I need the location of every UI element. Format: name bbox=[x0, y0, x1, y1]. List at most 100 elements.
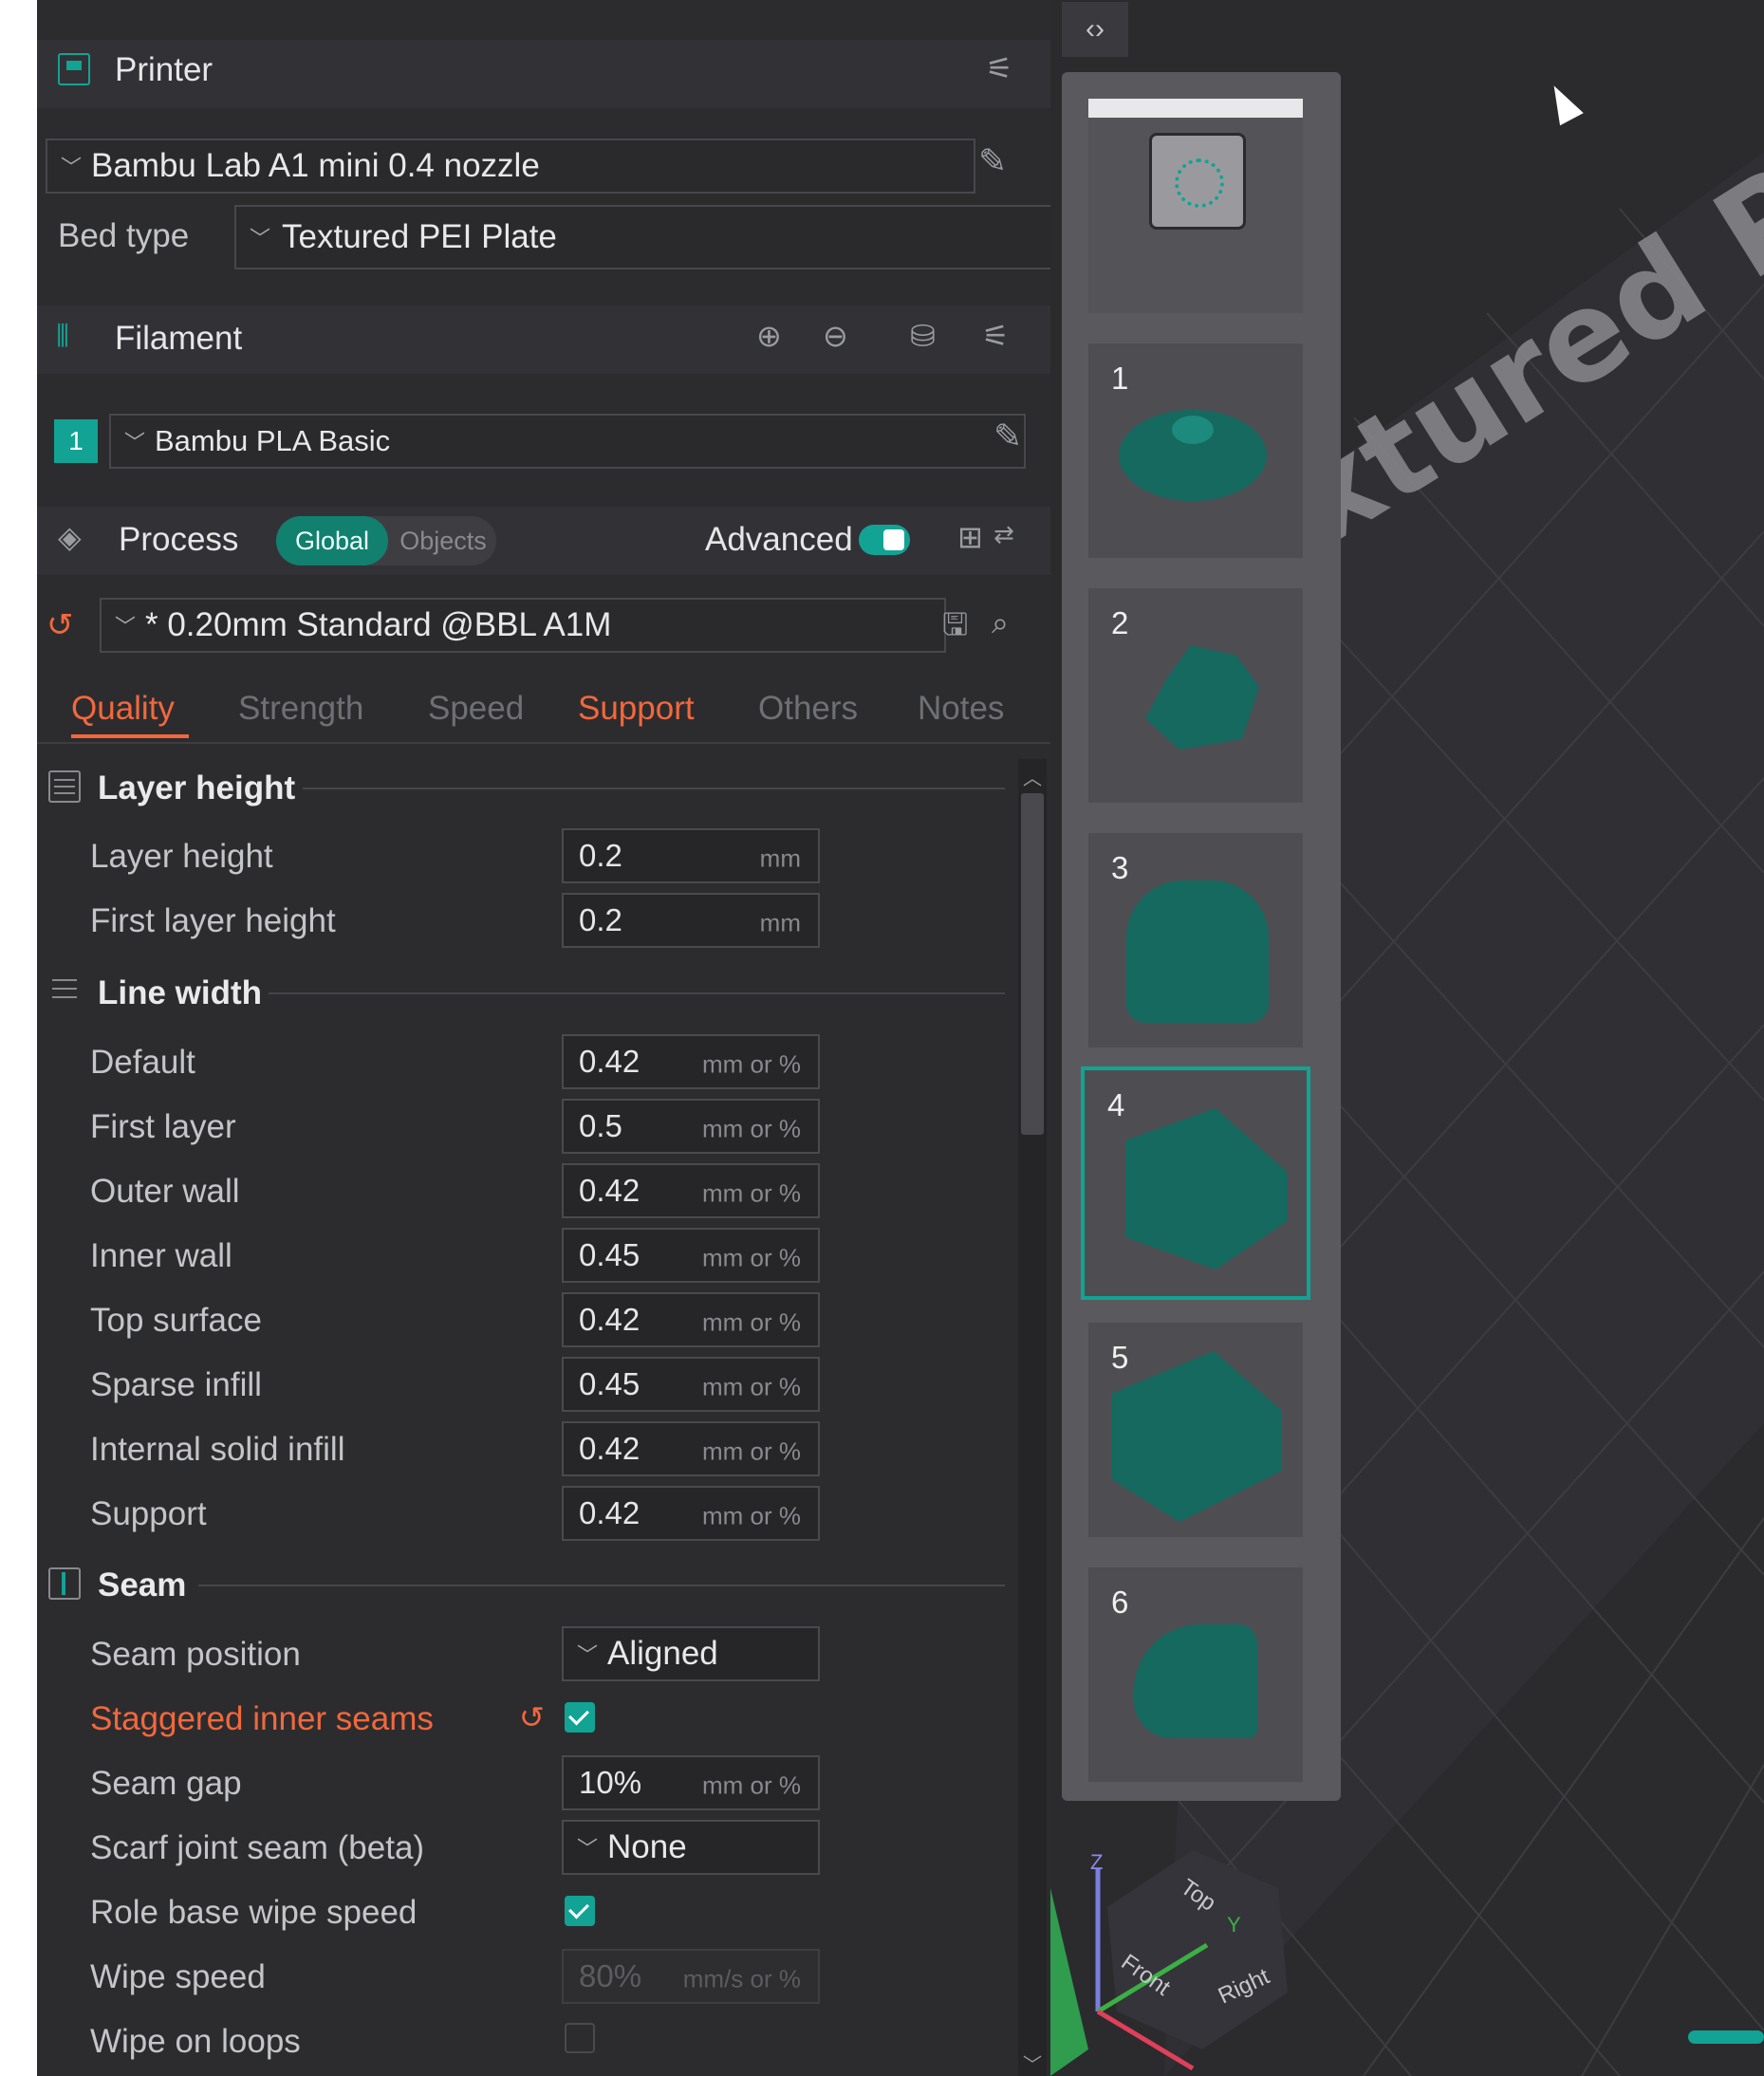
seam-gap-label: Seam gap bbox=[90, 1765, 242, 1802]
plate-object-preview bbox=[1126, 880, 1269, 1023]
process-preset-select[interactable]: ﹀ * 0.20mm Standard @BBL A1M bbox=[100, 598, 946, 653]
setting-label: First layer height bbox=[90, 902, 336, 939]
first-layer-line-width-input[interactable]: 0.5 mm or % bbox=[562, 1099, 820, 1154]
group-divider bbox=[303, 788, 1005, 789]
filament-slot-badge[interactable]: 1 bbox=[54, 419, 98, 463]
tab-strength[interactable]: Strength bbox=[238, 690, 363, 728]
progress-indicator bbox=[1688, 2030, 1764, 2044]
support-line-width-input[interactable]: 0.42 mm or % bbox=[562, 1486, 820, 1541]
staggered-inner-seams-checkbox[interactable] bbox=[565, 1702, 595, 1733]
all-plates-thumbnail[interactable] bbox=[1088, 99, 1303, 313]
scroll-up-icon[interactable]: ︿ bbox=[1018, 763, 1047, 790]
top-surface-line-width-input[interactable]: 0.42 mm or % bbox=[562, 1292, 820, 1347]
scroll-down-icon[interactable]: ﹀ bbox=[1018, 2049, 1047, 2076]
sync-filament-icon[interactable]: ⛁ bbox=[910, 321, 936, 351]
plate-thumbnail-selected[interactable]: 4 bbox=[1081, 1066, 1310, 1300]
role-base-wipe-speed-label: Role base wipe speed bbox=[90, 1894, 418, 1931]
seam-position-select[interactable]: ﹀ Aligned bbox=[562, 1626, 820, 1681]
setting-label: Internal solid infill bbox=[90, 1431, 345, 1468]
line-width-group-title: Line width bbox=[98, 974, 263, 1011]
inner-wall-line-width-input[interactable]: 0.45 mm or % bbox=[562, 1228, 820, 1283]
3d-viewport[interactable]: Textured PEI Plate ‹› 1 2 3 4 5 6 bbox=[1050, 0, 1764, 2076]
settings-sidebar: Printer ⚟ ﹀ Bambu Lab A1 mini 0.4 nozzle… bbox=[37, 0, 1050, 2076]
setting-label: Support bbox=[90, 1495, 207, 1532]
group-divider bbox=[198, 1585, 1005, 1586]
sparse-infill-line-width-input[interactable]: 0.45 mm or % bbox=[562, 1357, 820, 1412]
tab-notes[interactable]: Notes bbox=[918, 690, 1004, 728]
save-preset-icon[interactable]: 🖫 bbox=[942, 609, 968, 639]
compare-presets-icon[interactable]: ⊞ bbox=[957, 522, 983, 552]
reset-value-icon[interactable]: ↺ bbox=[519, 1702, 545, 1733]
setting-label: Outer wall bbox=[90, 1173, 240, 1210]
printer-preset-select[interactable]: ﹀ Bambu Lab A1 mini 0.4 nozzle bbox=[46, 139, 975, 194]
bed-type-label: Bed type bbox=[58, 217, 190, 254]
wipe-on-loops-label: Wipe on loops bbox=[90, 2023, 301, 2060]
search-icon[interactable]: ⌕ bbox=[992, 607, 1009, 638]
seam-position-label: Seam position bbox=[90, 1636, 301, 1673]
setting-label: Layer height bbox=[90, 838, 273, 875]
default-line-width-input[interactable]: 0.42 mm or % bbox=[562, 1034, 820, 1089]
outer-wall-line-width-input[interactable]: 0.42 mm or % bbox=[562, 1163, 820, 1218]
settings-scrollbar[interactable]: ︿ ﹀ bbox=[1018, 759, 1047, 2076]
printer-settings-icon[interactable]: ⚟ bbox=[986, 53, 1013, 83]
printer-section-title: Printer bbox=[115, 51, 214, 88]
plate-object-preview bbox=[1125, 1108, 1288, 1270]
plate-object-preview bbox=[1134, 1624, 1257, 1738]
plate-thumbnail[interactable]: 1 bbox=[1088, 343, 1303, 558]
swap-ab-icon[interactable]: ⇄ bbox=[993, 522, 1014, 547]
chevron-down-icon: ﹀ bbox=[61, 156, 83, 179]
line-width-icon bbox=[48, 975, 81, 1008]
setting-label: Sparse infill bbox=[90, 1366, 262, 1403]
edit-filament-icon[interactable]: ✎ bbox=[993, 419, 1022, 454]
first-layer-height-input[interactable]: 0.2 mm bbox=[562, 893, 820, 948]
tab-quality[interactable]: Quality bbox=[71, 690, 175, 728]
collapse-sidebar-icon[interactable]: ‹› bbox=[1062, 2, 1128, 57]
role-base-wipe-speed-checkbox[interactable] bbox=[565, 1896, 595, 1926]
setting-label: Default bbox=[90, 1044, 195, 1081]
edit-printer-icon[interactable]: ✎ bbox=[978, 144, 1007, 178]
printer-icon bbox=[58, 53, 90, 85]
scarf-joint-seam-select[interactable]: ﹀ None bbox=[562, 1820, 820, 1875]
filament-settings-icon[interactable]: ⚟ bbox=[982, 321, 1010, 351]
plate-thumbnail[interactable]: 5 bbox=[1088, 1323, 1303, 1537]
reset-preset-icon[interactable]: ↺ bbox=[46, 609, 74, 641]
plate-thumbnail[interactable]: 3 bbox=[1088, 833, 1303, 1047]
chevron-down-icon: ﹀ bbox=[124, 431, 146, 454]
internal-solid-infill-line-width-input[interactable]: 0.42 mm or % bbox=[562, 1421, 820, 1476]
setting-label: Top surface bbox=[90, 1302, 262, 1339]
bed-type-select[interactable]: ﹀ Textured PEI Plate bbox=[234, 205, 1050, 269]
scarf-joint-seam-label: Scarf joint seam (beta) bbox=[90, 1829, 425, 1866]
seam-gap-input[interactable]: 10% mm or % bbox=[562, 1755, 820, 1810]
layer-height-group-title: Layer height bbox=[98, 769, 296, 806]
setting-label: Inner wall bbox=[90, 1237, 232, 1274]
remove-filament-icon[interactable]: ⊖ bbox=[823, 321, 848, 351]
wipe-speed-label: Wipe speed bbox=[90, 1958, 266, 1995]
seam-icon bbox=[48, 1567, 81, 1600]
add-filament-icon[interactable]: ⊕ bbox=[756, 321, 782, 351]
layer-height-input[interactable]: 0.2 mm bbox=[562, 828, 820, 883]
tabs-divider bbox=[37, 742, 1050, 744]
scrollbar-thumb[interactable] bbox=[1021, 793, 1044, 1135]
filament-preset-select[interactable]: ﹀ Bambu PLA Basic bbox=[109, 414, 1026, 469]
plate-thumbnail[interactable]: 6 bbox=[1088, 1567, 1303, 1782]
chevron-down-icon: ﹀ bbox=[577, 1643, 599, 1667]
global-tab[interactable]: Global bbox=[276, 516, 388, 565]
tab-others[interactable]: Others bbox=[758, 690, 858, 728]
tab-speed[interactable]: Speed bbox=[428, 690, 524, 728]
chevron-down-icon: ﹀ bbox=[577, 1837, 599, 1861]
process-section-title: Process bbox=[119, 521, 239, 558]
objects-tab[interactable]: Objects bbox=[392, 516, 494, 565]
plate-thumbnail[interactable]: 2 bbox=[1088, 588, 1303, 803]
chevron-down-icon: ﹀ bbox=[115, 615, 137, 639]
filament-icon: ⦀ bbox=[56, 319, 70, 353]
layers-icon: ◈ bbox=[58, 520, 82, 554]
plate-object-preview bbox=[1145, 645, 1259, 750]
advanced-switch[interactable] bbox=[859, 525, 910, 555]
setting-label: First layer bbox=[90, 1108, 236, 1145]
layer-height-icon bbox=[48, 770, 81, 803]
global-objects-toggle[interactable]: Global Objects bbox=[276, 516, 496, 565]
staggered-inner-seams-label: Staggered inner seams bbox=[90, 1700, 434, 1737]
seam-group-title: Seam bbox=[98, 1566, 187, 1603]
wipe-on-loops-checkbox[interactable] bbox=[565, 2023, 595, 2053]
tab-support[interactable]: Support bbox=[578, 690, 695, 728]
